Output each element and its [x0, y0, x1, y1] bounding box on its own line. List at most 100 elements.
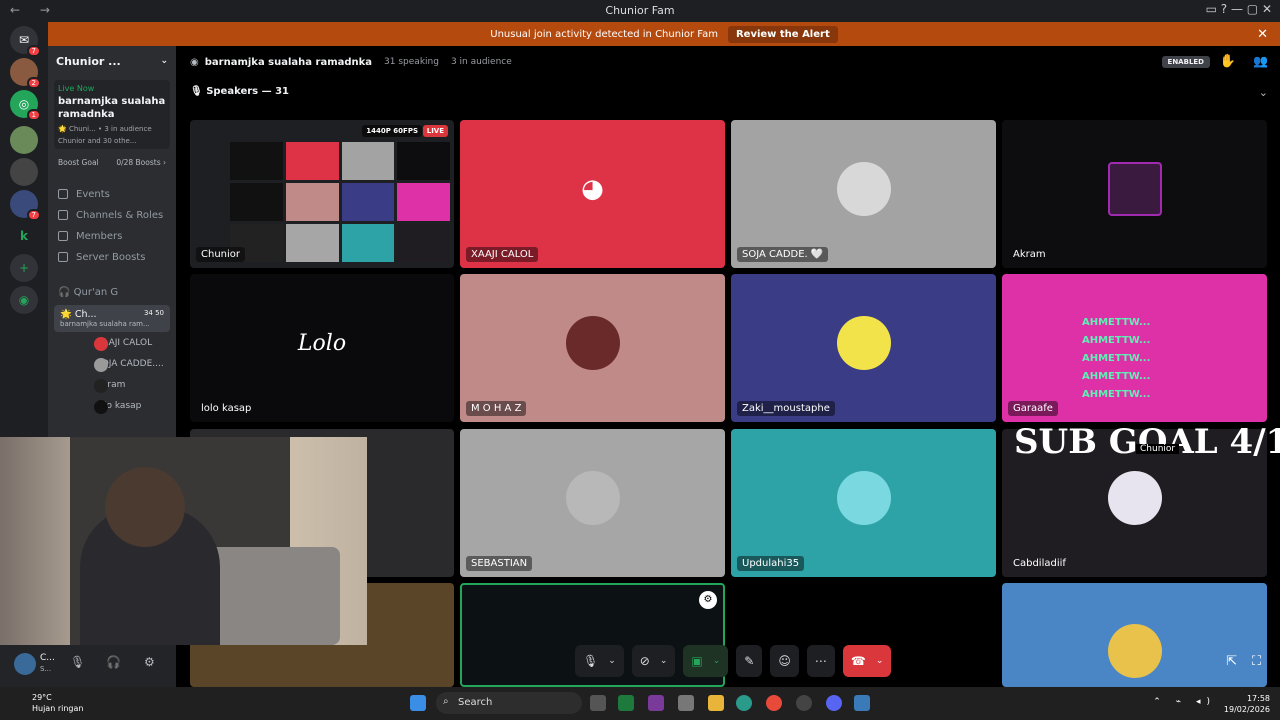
lolo-logo: Lolo [297, 330, 347, 356]
badge: 7 [26, 209, 41, 221]
taskbar: 29°C Hujan ringan ⌕ Search ⌃ ⌁ ◂) 17:58 … [0, 687, 1280, 720]
menu-label: Events [76, 189, 110, 200]
direct-messages-icon[interactable]: ✉ 7 [10, 26, 41, 57]
chevron-down-icon[interactable]: ⌄ [876, 656, 884, 666]
app-icon[interactable] [854, 695, 870, 711]
chevron-down-icon[interactable]: ⌄ [1259, 86, 1268, 99]
speaker-tile-stream[interactable]: 1440P 60FPS LIVE Chunior [190, 120, 454, 268]
title-bar: ← → Chunior Fam ▭ ? — ▢ ✕ [0, 0, 1280, 22]
microphone-button[interactable]: 🎙 ⌄ [575, 645, 624, 677]
menu-server-boosts[interactable]: Server Boosts [48, 247, 176, 268]
chevron-down-icon[interactable]: ⌄ [608, 656, 616, 666]
system-tray-icons[interactable]: ⌃ ⌁ ◂) [1153, 697, 1216, 707]
server-icon[interactable]: 2 [10, 58, 41, 89]
discover-icon[interactable]: ◉ [10, 286, 38, 314]
start-icon[interactable] [410, 695, 426, 711]
server-header[interactable]: Chunior ... ⌄ [48, 46, 176, 76]
store-icon[interactable] [678, 695, 694, 711]
search-box[interactable]: ⌕ Search [436, 692, 582, 714]
audience-icon[interactable]: 👥 [1253, 54, 1268, 68]
alert-text: Unusual join activity detected in Chunio… [490, 28, 718, 40]
overlay-line: AHMETTW... [1082, 389, 1151, 400]
app-icon[interactable] [648, 695, 664, 711]
member-item[interactable]: SOJA CADDE.... [48, 355, 176, 376]
live-stage-card[interactable]: Live Now barnamjka sualaha ramadnka 🌟 Ch… [54, 80, 170, 149]
camera-button[interactable]: ⊘ ⌄ [631, 645, 676, 677]
tile-label: SOJA CADDE. 🤍 [737, 247, 829, 262]
excel-icon[interactable] [618, 695, 634, 711]
members-icon [58, 231, 68, 241]
speaker-tile[interactable]: Updulahi35 [731, 429, 996, 577]
avatar [94, 400, 108, 414]
channel-quran[interactable]: 🎧 Qur'an G [48, 282, 176, 303]
task-view-icon[interactable] [590, 695, 606, 711]
speaker-tile[interactable]: ⇱ ⛶ [1002, 583, 1267, 687]
menu-members[interactable]: Members [48, 226, 176, 247]
tile-label: SEBASTIAN [466, 556, 533, 571]
weather-widget[interactable]: 29°C Hujan ringan [10, 692, 83, 714]
more-icon: ⋯ [814, 654, 827, 668]
fullscreen-icon[interactable]: ⛶ [1252, 654, 1261, 669]
more-button[interactable]: ⋯ [806, 645, 835, 677]
server-icon[interactable]: ◎ 1 [10, 90, 41, 121]
server-icon[interactable] [10, 158, 38, 186]
activity-button[interactable]: ✎ [736, 645, 763, 677]
avatar [565, 316, 620, 370]
enabled-badge[interactable]: ENABLED [1161, 56, 1210, 68]
member-item[interactable]: XAAJI CALOL [48, 334, 176, 355]
raise-hand-icon[interactable]: ✋ [1220, 54, 1236, 69]
member-item[interactable]: lolo kasap [48, 397, 176, 418]
speaker-tile[interactable]: M O H A Z [460, 274, 725, 422]
avatar [94, 379, 108, 393]
discord-icon[interactable] [826, 695, 842, 711]
close-icon[interactable]: ✕ [1257, 27, 1268, 42]
menu-channels-roles[interactable]: Channels & Roles [48, 205, 176, 226]
speaker-tile[interactable]: AHMETTW... AHMETTW... AHMETTW... AHMETTW… [1002, 274, 1267, 422]
speaker-tile[interactable]: Lolo lolo kasap [190, 274, 454, 422]
obs-icon[interactable] [796, 695, 812, 711]
speaker-tile[interactable]: SOJA CADDE. 🤍 [731, 120, 996, 268]
chrome-icon[interactable] [766, 695, 782, 711]
microphone-icon[interactable]: 🎙 [70, 655, 85, 669]
server-icon[interactable]: 7 [10, 190, 41, 221]
add-server-icon[interactable]: + [10, 254, 38, 282]
folder-icon[interactable] [708, 695, 724, 711]
popout-icon[interactable]: ⇱ [1226, 654, 1237, 669]
chevron-down-icon[interactable]: ⌄ [160, 56, 168, 66]
edge-icon[interactable] [736, 695, 752, 711]
speaker-tile[interactable]: ◕ XAAJI CALOL [460, 120, 725, 268]
window-controls[interactable]: ▭ ? — ▢ ✕ [1206, 2, 1272, 16]
avatar[interactable] [14, 653, 36, 675]
speaker-tile[interactable]: Zaki__moustaphe [731, 274, 996, 422]
speaker-tile[interactable]: Akram [1002, 120, 1267, 268]
review-alert-button[interactable]: Review the Alert [727, 25, 838, 43]
leave-stage-button[interactable]: ☎ ⌄ [842, 645, 892, 677]
tile-label: XAAJI CALOL [466, 247, 539, 262]
move-to-audience-button[interactable]: ☺ [770, 645, 799, 677]
user-name: C... [40, 653, 55, 663]
settings-icon[interactable]: ⚙ [699, 591, 717, 609]
speaker-tile[interactable]: SEBASTIAN [460, 429, 725, 577]
camera-off-icon: ⊘ [639, 654, 650, 668]
chevron-down-icon[interactable]: ⌄ [660, 656, 668, 666]
clock[interactable]: 17:58 19/02/2026 [1224, 693, 1270, 715]
sub-goal-overlay: SUB GOAL 4/10 [1014, 422, 1280, 462]
badge: 7 [26, 45, 41, 57]
avatar [1107, 623, 1162, 678]
webcam-overlay [0, 437, 367, 645]
headphones-icon[interactable]: 🎧 [106, 655, 121, 669]
screen-share-button[interactable]: ▣ ⌄ [683, 645, 729, 677]
badge: 1 [26, 109, 41, 121]
tile-label: Cabdiladiif [1013, 558, 1066, 569]
server-icon[interactable]: k [10, 222, 38, 250]
chevron-down-icon[interactable]: ⌄ [713, 656, 721, 666]
stage-header: ◉ barnamjka sualaha ramadnka 31 speaking… [176, 46, 1280, 78]
avatar [836, 162, 891, 216]
avatar [94, 337, 108, 351]
stage-channel[interactable]: 🌟 Ch... 34 50 barnamjka sualaha ram... [54, 305, 170, 332]
member-item[interactable]: Akram [48, 376, 176, 397]
gear-icon[interactable]: ⚙ [144, 655, 155, 669]
menu-events[interactable]: Events [48, 184, 176, 205]
boost-goal[interactable]: Boost Goal 0/28 Boosts › [54, 155, 170, 170]
server-icon[interactable] [10, 126, 38, 154]
